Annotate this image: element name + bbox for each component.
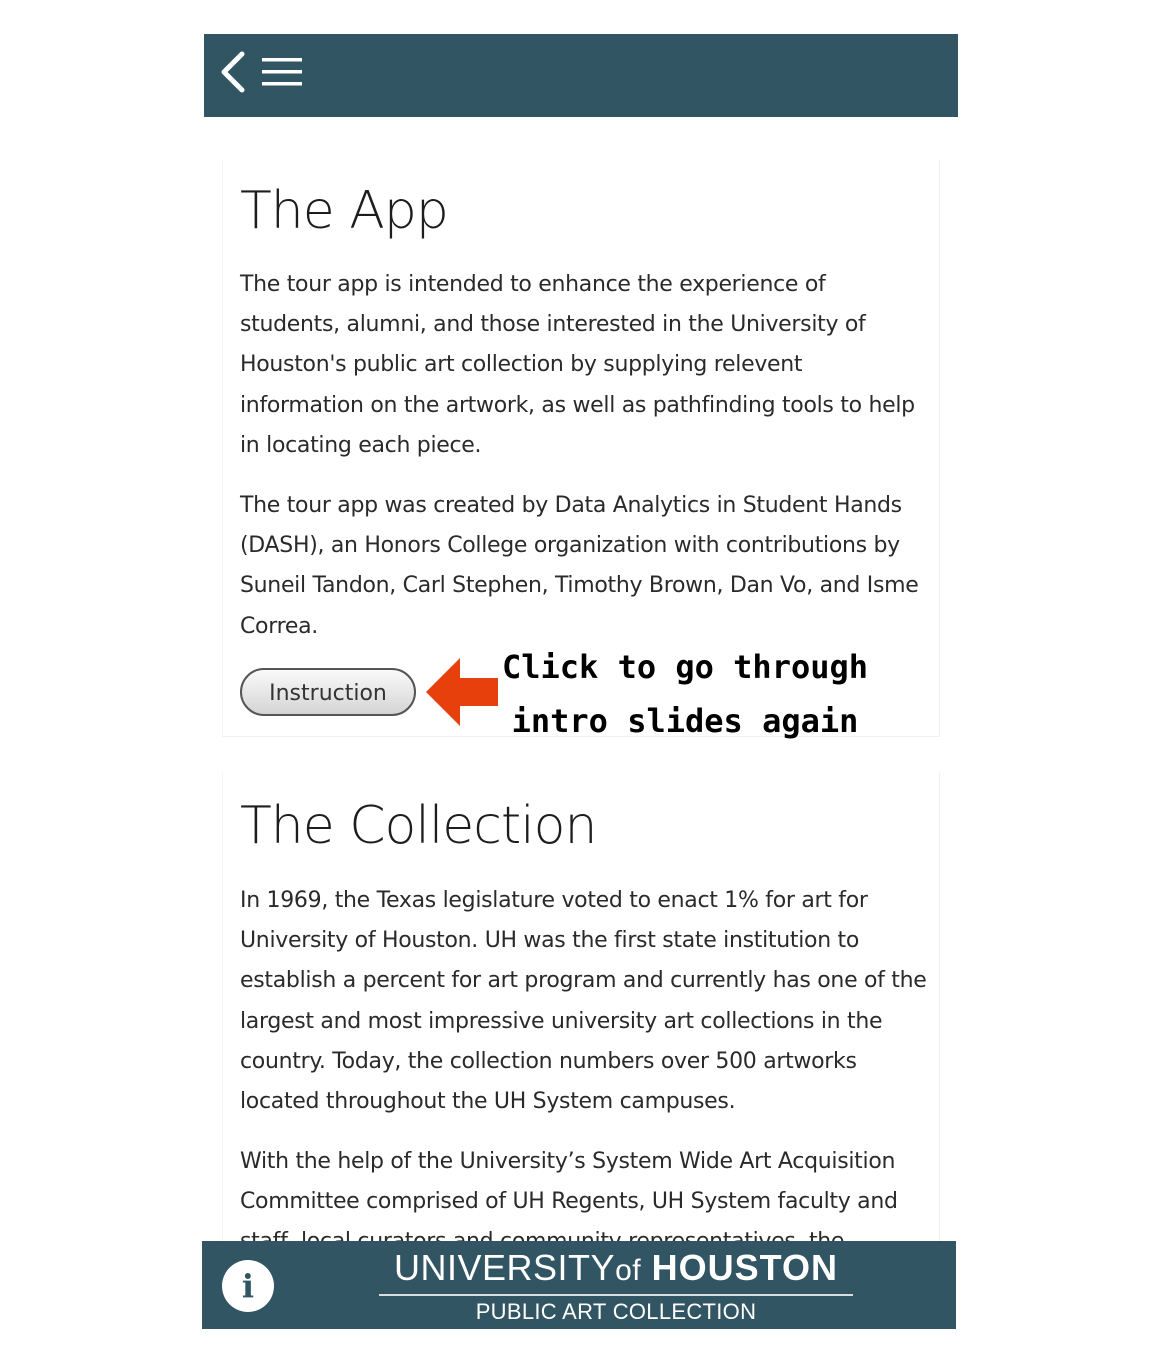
logo-of-text: of <box>615 1254 642 1287</box>
university-logo: UNIVERSITYof HOUSTON PUBLIC ART COLLECTI… <box>378 1247 854 1327</box>
collection-committee-paragraph: With the help of the University’s System… <box>240 1149 898 1241</box>
app-description-paragraph: The tour app is intended to enhance the … <box>240 272 915 458</box>
page: The App The tour app is intended to enha… <box>0 0 1160 1364</box>
instruction-button[interactable]: Instruction <box>240 668 416 716</box>
annotation-callout: Click to go through intro slides again <box>500 640 870 748</box>
top-navigation-bar <box>204 34 958 117</box>
hamburger-menu-icon[interactable] <box>260 54 304 90</box>
collection-history-paragraph: In 1969, the Texas legislature voted to … <box>240 888 927 1115</box>
annotation-line-1: Click to go through <box>501 648 869 686</box>
annotation-arrow-icon <box>426 658 498 726</box>
collection-section-title: The Collection <box>240 796 597 856</box>
app-credits-paragraph: The tour app was created by Data Analyti… <box>240 493 919 639</box>
collection-card: The Collection In 1969, the Texas legisl… <box>222 772 940 1241</box>
info-icon[interactable]: i <box>222 1260 274 1312</box>
annotation-line-2: intro slides again <box>511 702 859 740</box>
app-section-title: The App <box>240 181 449 241</box>
logo-subtitle: PUBLIC ART COLLECTION <box>475 1299 757 1324</box>
logo-houston-text: HOUSTON <box>651 1247 838 1288</box>
logo-university-text: UNIVERSITY <box>394 1247 616 1288</box>
chevron-left-icon[interactable] <box>218 50 248 94</box>
footer-bar: i UNIVERSITYof HOUSTON PUBLIC ART COLLEC… <box>202 1241 956 1329</box>
